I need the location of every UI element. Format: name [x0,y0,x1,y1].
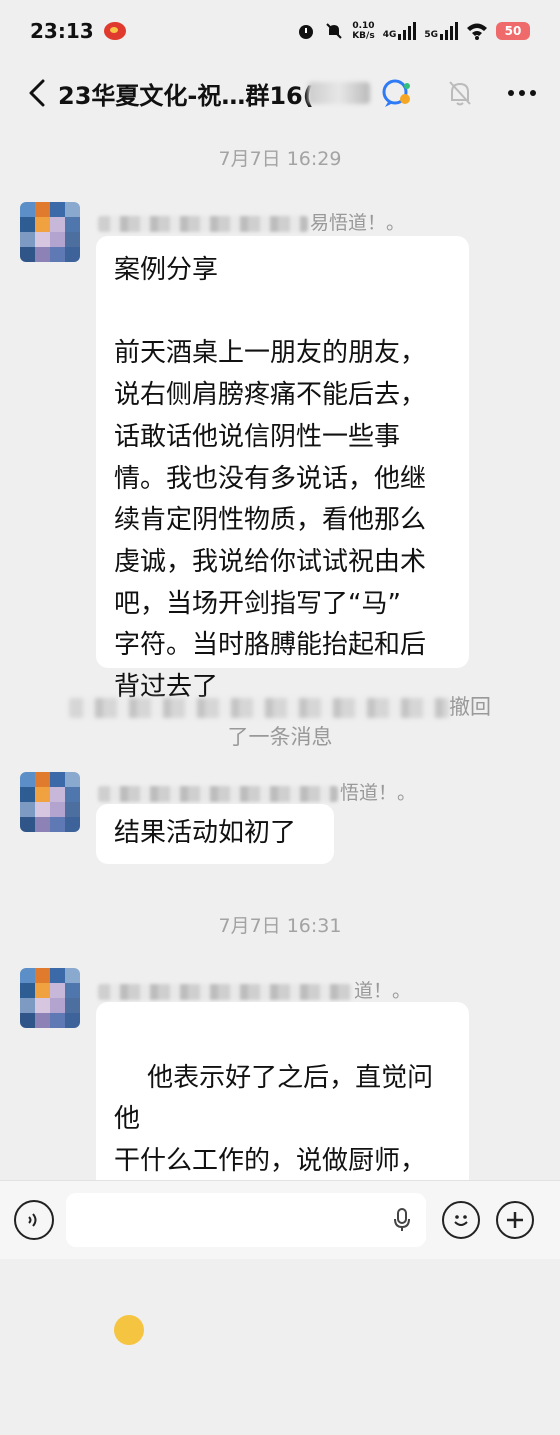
avatar[interactable] [20,202,80,262]
wifi-icon [467,23,487,40]
sender-redacted [98,785,338,802]
status-bar: 23:13 0.10 KB/s 4G 5G 50 [0,0,560,62]
input-bar [0,1180,560,1259]
time-divider: 7月7日 16:31 [218,915,342,937]
status-time: 23:13 [30,19,94,43]
weibo-icon [103,22,126,40]
bell-off-icon[interactable] [442,75,478,111]
title-redacted [307,82,370,104]
recall-redacted [69,698,449,718]
net-type-2: 5G [424,30,438,40]
chat-title[interactable]: 23华夏文化-祝…群16( [58,76,314,111]
net-type-1: 4G [382,30,397,40]
more-icon[interactable] [504,75,540,111]
sender-name: 悟道！。 [98,778,416,805]
alarm-icon [299,25,314,39]
message-bubble[interactable]: 他表示好了之后，直觉问他 干什么工作的，说做厨师， 问他是否杀鱼多，回“是”， … [96,1002,469,1346]
signal-icon [440,22,458,40]
sender-name: 易悟道！。 [98,208,405,235]
avatar[interactable] [20,968,80,1028]
sender-redacted [98,215,308,232]
chevron-left-icon[interactable] [20,76,54,110]
message-bubble[interactable]: 案例分享 前天酒桌上一朋友的朋友， 说右侧肩膀疼痛不能后去， 话敢话他说信阴性一… [96,236,469,702]
avatar[interactable] [20,772,80,832]
message-bubble[interactable]: 结果活动如初了 [96,804,334,864]
mute-status-icon [326,23,342,39]
net-speed: 0.10 KB/s [352,21,375,41]
chat-header: 23华夏文化-祝…群16( [0,62,560,124]
battery-indicator: 50 [496,22,530,40]
time-divider: 7月7日 16:29 [218,148,342,170]
plus-icon[interactable] [496,1201,534,1239]
mic-icon[interactable] [394,1208,410,1232]
voice-icon[interactable] [14,1200,54,1240]
sender-name: 道！。 [98,976,411,1003]
emoji-icon[interactable] [442,1201,480,1239]
signal-icon [398,22,417,40]
smile-emoji-icon [114,1315,144,1346]
message-input[interactable] [66,1193,426,1247]
recall-notice: 撤回 了一条消息 [30,692,530,752]
chat-messages[interactable]: 7月7日 16:29 易悟道！。 案例分享 前天酒桌上一朋友的朋友， 说右侧肩膀… [0,124,560,1346]
chat-bubble-icon[interactable] [378,75,414,111]
sender-redacted [98,983,352,1000]
